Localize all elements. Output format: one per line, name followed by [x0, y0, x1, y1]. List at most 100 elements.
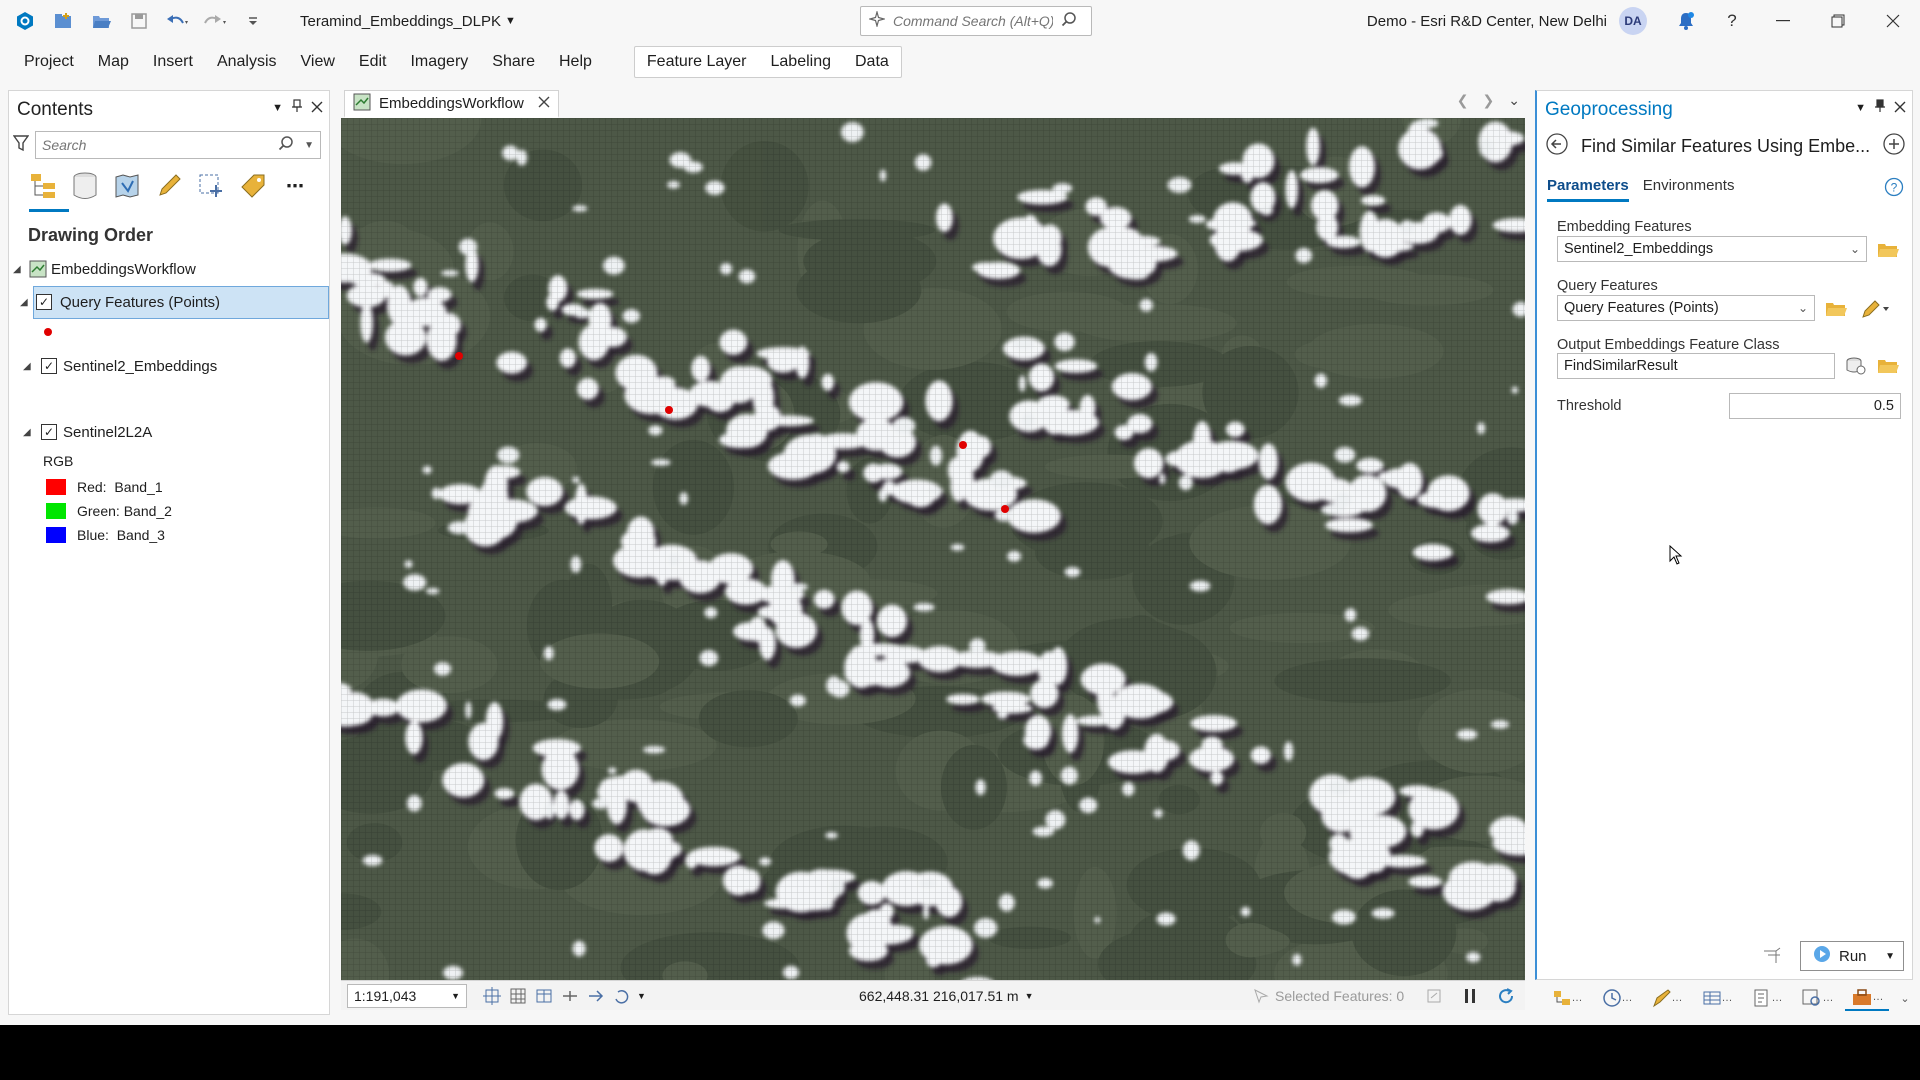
- open-project-icon[interactable]: [84, 6, 118, 36]
- pin-icon[interactable]: [1874, 99, 1886, 117]
- help-icon[interactable]: ?: [1709, 0, 1755, 42]
- tab-imagery[interactable]: Imagery: [398, 45, 480, 79]
- new-project-icon[interactable]: [46, 6, 80, 36]
- notifications-bell-icon[interactable]: [1663, 0, 1709, 42]
- edit-pencil-icon[interactable]: [1861, 299, 1891, 323]
- history-icon[interactable]: …: [1595, 985, 1639, 1011]
- embedding-features-dropdown[interactable]: Sentinel2_Embeddings ⌄: [1557, 236, 1867, 262]
- batch-icon[interactable]: [1762, 947, 1782, 969]
- chevron-down-icon[interactable]: ▼: [304, 140, 314, 151]
- table-icon[interactable]: [533, 985, 555, 1007]
- minimize-button[interactable]: [1755, 0, 1810, 42]
- tab-share[interactable]: Share: [480, 45, 547, 79]
- tab-help[interactable]: Help: [547, 45, 604, 79]
- query-point-marker[interactable]: [665, 406, 673, 414]
- list-by-labeling-icon[interactable]: [237, 170, 269, 202]
- search-icon[interactable]: [1061, 11, 1077, 31]
- app-logo-icon[interactable]: [8, 6, 42, 36]
- run-button[interactable]: Run ▼: [1800, 941, 1904, 971]
- list-by-drawing-order-icon[interactable]: [27, 170, 59, 202]
- query-point-marker[interactable]: [959, 441, 967, 449]
- tab-map[interactable]: Map: [86, 45, 141, 79]
- list-by-selection-icon[interactable]: [111, 170, 143, 202]
- tab-feature-layer[interactable]: Feature Layer: [635, 47, 759, 77]
- symbology-icon[interactable]: …: [1645, 985, 1689, 1011]
- band-red-row[interactable]: Red: Band_1: [9, 475, 329, 499]
- create-features-icon[interactable]: …: [1745, 985, 1789, 1011]
- contents-search-box[interactable]: ▼: [35, 131, 321, 159]
- expand-icon[interactable]: ◢: [23, 361, 31, 372]
- undo-icon[interactable]: [160, 6, 194, 36]
- fixed-zoom-icon[interactable]: [481, 985, 503, 1007]
- coordinates-readout[interactable]: 662,448.31 216,017.51 m ▼: [859, 988, 1034, 1004]
- project-title[interactable]: Teramind_Embeddings_DLPK ▼: [300, 13, 516, 30]
- close-icon[interactable]: [1894, 100, 1906, 117]
- chevron-right-icon[interactable]: ❯: [1483, 92, 1495, 109]
- avatar[interactable]: DA: [1619, 7, 1647, 35]
- chevron-down-icon[interactable]: ▼: [637, 991, 646, 1001]
- user-signin-label[interactable]: Demo - Esri R&D Center, New Delhi: [1367, 13, 1607, 30]
- browse-folder-icon[interactable]: [1877, 241, 1899, 263]
- band-blue-row[interactable]: Blue: Band_3: [9, 523, 329, 547]
- browse-folder-icon[interactable]: [1877, 357, 1899, 379]
- expand-icon[interactable]: ◢: [13, 264, 21, 275]
- query-point-marker[interactable]: [1001, 505, 1009, 513]
- search-icon[interactable]: [278, 135, 294, 155]
- refresh-options-icon[interactable]: [611, 985, 633, 1007]
- threshold-input[interactable]: 0.5: [1729, 393, 1901, 419]
- selected-features-indicator[interactable]: Selected Features: 0: [1253, 988, 1404, 1004]
- redo-icon[interactable]: [198, 6, 232, 36]
- layer-sentinel2-embeddings[interactable]: ◢ ✓ Sentinel2_Embeddings: [9, 351, 329, 381]
- chevron-down-icon[interactable]: ▼: [1885, 951, 1895, 962]
- list-by-data-source-icon[interactable]: [69, 170, 101, 202]
- add-icon[interactable]: [1882, 132, 1906, 160]
- scale-selector[interactable]: 1:191,043 ▼: [347, 983, 467, 1008]
- tab-embeddingsworkflow[interactable]: EmbeddingsWorkflow: [344, 90, 559, 118]
- layer-visibility-checkbox[interactable]: ✓: [41, 358, 57, 374]
- point-symbol-icon[interactable]: [44, 328, 52, 336]
- close-tab-icon[interactable]: [538, 95, 550, 112]
- map-node[interactable]: ◢ EmbeddingsWorkflow: [9, 254, 329, 284]
- list-by-snapping-icon[interactable]: [195, 170, 227, 202]
- back-arrow-icon[interactable]: [1545, 132, 1569, 160]
- tab-edit[interactable]: Edit: [347, 45, 399, 79]
- chevron-down-icon[interactable]: ⌄: [1895, 985, 1915, 1011]
- tab-analysis[interactable]: Analysis: [205, 45, 289, 79]
- tab-insert[interactable]: Insert: [141, 45, 205, 79]
- customize-qat-icon[interactable]: [236, 6, 270, 36]
- tab-data[interactable]: Data: [843, 47, 901, 77]
- explore-icon[interactable]: …: [1795, 985, 1839, 1011]
- query-features-dropdown[interactable]: Query Features (Points) ⌄: [1557, 295, 1815, 321]
- satellite-imagery[interactable]: [341, 118, 1525, 980]
- tab-parameters[interactable]: Parameters: [1547, 177, 1629, 202]
- pane-options-icon[interactable]: ▼: [1855, 102, 1866, 114]
- pin-icon[interactable]: [291, 99, 303, 117]
- tab-view[interactable]: View: [289, 45, 347, 79]
- catalog-icon[interactable]: …: [1545, 985, 1589, 1011]
- save-project-icon[interactable]: [122, 6, 156, 36]
- tab-labeling[interactable]: Labeling: [759, 47, 844, 77]
- tool-help-icon[interactable]: ?: [1884, 177, 1904, 201]
- query-point-marker[interactable]: [455, 352, 463, 360]
- tab-project[interactable]: Project: [12, 45, 86, 79]
- command-search-box[interactable]: [860, 6, 1092, 36]
- restore-button[interactable]: [1810, 0, 1865, 42]
- pane-options-icon[interactable]: ▼: [272, 102, 283, 114]
- list-by-editing-icon[interactable]: [153, 170, 185, 202]
- grid-icon[interactable]: [507, 985, 529, 1007]
- command-search-input[interactable]: [893, 13, 1053, 29]
- layer-query-features[interactable]: ◢ ✓ Query Features (Points): [20, 286, 329, 319]
- tab-environments[interactable]: Environments: [1643, 177, 1735, 202]
- refresh-icon[interactable]: [1495, 985, 1517, 1007]
- layer-visibility-checkbox[interactable]: ✓: [41, 424, 57, 440]
- database-settings-icon[interactable]: [1845, 356, 1867, 380]
- output-feature-class-input[interactable]: FindSimilarResult: [1557, 353, 1835, 379]
- band-green-row[interactable]: Green: Band_2: [9, 499, 329, 523]
- chevron-left-icon[interactable]: ❮: [1457, 92, 1469, 109]
- snapping-icon[interactable]: [559, 985, 581, 1007]
- pause-drawing-icon[interactable]: [1459, 985, 1481, 1007]
- expand-icon[interactable]: ◢: [20, 297, 28, 308]
- map-view[interactable]: [341, 118, 1525, 980]
- filter-icon[interactable]: [12, 134, 30, 156]
- draw-window-icon[interactable]: [1423, 985, 1445, 1007]
